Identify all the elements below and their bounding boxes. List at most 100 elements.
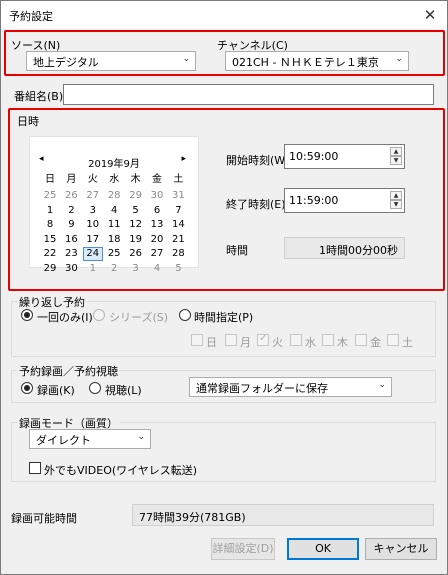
weekday-checkbox[interactable] — [257, 333, 269, 346]
program-name-input[interactable] — [63, 84, 434, 105]
details-button[interactable]: 詳細設定(D) — [211, 538, 275, 560]
calendar-day[interactable]: 30 — [147, 189, 167, 203]
ok-button[interactable]: OK — [287, 538, 359, 560]
weekday-checkbox[interactable] — [191, 334, 203, 346]
spin-up-icon[interactable]: ▲ — [390, 191, 402, 200]
start-time-label: 開始時刻(W) — [226, 154, 290, 167]
calendar-day[interactable]: 25 — [40, 189, 60, 203]
datetime-group-label: 日時 — [17, 115, 39, 128]
calendar-day[interactable]: 26 — [61, 189, 81, 203]
calendar-day[interactable]: 16 — [61, 233, 81, 247]
weekday-checkbox[interactable] — [225, 334, 237, 346]
weekday-checkbox[interactable] — [387, 334, 399, 346]
weekday-checkbox-label: 火 — [272, 336, 283, 349]
time-spec-radio[interactable] — [179, 309, 191, 321]
calendar-day[interactable]: 1 — [40, 204, 60, 218]
calendar-day[interactable]: 3 — [126, 262, 146, 276]
calendar-day[interactable]: 21 — [168, 233, 188, 247]
calendar-day[interactable]: 24 — [82, 247, 103, 261]
calendar-day[interactable]: 10 — [83, 218, 103, 232]
outside-video-checkbox[interactable] — [29, 462, 41, 474]
spin-down-icon[interactable]: ▼ — [390, 156, 402, 165]
calendar-day[interactable]: 22 — [40, 247, 60, 261]
calendar: ◂ 2019年9月 ▸ 日月火水木金土 25 26 27 28 29 30 31 1 2 3 4 5 6 7… — [29, 136, 199, 274]
quality-value: ダイレクト — [36, 434, 91, 447]
calendar-day[interactable]: 6 — [147, 204, 167, 218]
calendar-day[interactable]: 5 — [126, 204, 146, 218]
calendar-day[interactable]: 27 — [147, 247, 167, 261]
calendar-day[interactable]: 11 — [104, 218, 124, 232]
weekday-header: 木 — [130, 174, 141, 185]
start-time-spinner: ▲ ▼ — [390, 147, 402, 166]
cancel-button[interactable]: キャンセル — [365, 538, 437, 560]
calendar-day[interactable]: 19 — [126, 233, 146, 247]
spin-down-icon[interactable]: ▼ — [390, 200, 402, 209]
calendar-day[interactable]: 25 — [104, 247, 124, 261]
weekday-header: 金 — [152, 174, 162, 185]
watch-radio[interactable] — [89, 382, 101, 394]
calendar-day[interactable]: 18 — [104, 233, 124, 247]
weekday-checkbox[interactable] — [322, 334, 334, 346]
quality-select[interactable]: ダイレクト ⌄ — [29, 429, 151, 449]
weekday-checkbox[interactable] — [290, 334, 302, 346]
calendar-day[interactable]: 8 — [40, 218, 60, 232]
calendar-day[interactable]: 3 — [83, 204, 103, 218]
calendar-day[interactable]: 15 — [40, 233, 60, 247]
title-bar: 予約設定 ✕ — [1, 1, 447, 29]
watch-label: 視聴(L) — [105, 384, 142, 397]
once-radio[interactable] — [21, 309, 33, 321]
calendar-day[interactable]: 5 — [168, 262, 188, 276]
end-time-value: 11:59:00 — [289, 194, 339, 207]
weekday-header: 日 — [45, 174, 55, 185]
calendar-day[interactable]: 12 — [126, 218, 146, 232]
end-time-input[interactable]: 11:59:00 ▲ ▼ — [284, 188, 405, 213]
reservation-settings-dialog: 予約設定 ✕ ソース(N) 地上デジタル ⌄ チャンネル(C) 021CH - … — [0, 0, 448, 575]
close-icon[interactable]: ✕ — [419, 4, 441, 26]
calendar-day[interactable]: 14 — [168, 218, 188, 232]
save-folder-select[interactable]: 通常録画フォルダーに保存 ⌄ — [189, 377, 392, 397]
channel-select[interactable]: 021CH - ＮＨＫＥテレ１東京 ⌄ — [225, 51, 409, 71]
weekday-checkbox[interactable] — [355, 334, 367, 346]
window-title: 予約設定 — [9, 10, 53, 23]
duration-label: 時間 — [226, 244, 248, 257]
time-spec-label: 時間指定(P) — [194, 311, 254, 324]
weekday-checkbox-label: 日 — [206, 336, 217, 349]
next-month-icon[interactable]: ▸ — [181, 154, 186, 164]
calendar-day[interactable]: 31 — [168, 189, 188, 203]
calendar-day[interactable]: 4 — [104, 204, 124, 218]
calendar-day[interactable]: 2 — [104, 262, 124, 276]
calendar-day[interactable]: 29 — [40, 262, 60, 276]
calendar-day[interactable]: 9 — [61, 218, 81, 232]
calendar-day[interactable]: 27 — [83, 189, 103, 203]
weekday-header: 水 — [109, 174, 120, 185]
calendar-day[interactable]: 2 — [61, 204, 81, 218]
record-label: 録画(K) — [37, 384, 75, 397]
calendar-day[interactable]: 17 — [83, 233, 103, 247]
calendar-day[interactable]: 26 — [126, 247, 146, 261]
calendar-day[interactable]: 13 — [147, 218, 167, 232]
calendar-day[interactable]: 4 — [147, 262, 167, 276]
end-time-spinner: ▲ ▼ — [390, 191, 402, 210]
repeat-group-label: 繰り返し予約 — [17, 294, 87, 310]
calendar-day[interactable]: 20 — [147, 233, 167, 247]
series-radio[interactable] — [93, 309, 105, 321]
chevron-down-icon: ⌄ — [182, 54, 190, 64]
channel-value: 021CH - ＮＨＫＥテレ１東京 — [232, 56, 379, 69]
chevron-down-icon: ⌄ — [395, 54, 403, 64]
record-radio[interactable] — [21, 382, 33, 394]
calendar-month-title: 2019年9月 — [88, 159, 140, 170]
available-time-label: 録画可能時間 — [11, 512, 77, 525]
weekday-header: 土 — [173, 174, 184, 185]
calendar-day[interactable]: 28 — [104, 189, 124, 203]
calendar-day[interactable]: 23 — [61, 247, 81, 261]
spin-up-icon[interactable]: ▲ — [390, 147, 402, 156]
calendar-day[interactable]: 7 — [168, 204, 188, 218]
start-time-input[interactable]: 10:59:00 ▲ ▼ — [284, 144, 405, 169]
calendar-day[interactable]: 28 — [168, 247, 188, 261]
once-label: 一回のみ(I) — [37, 311, 93, 324]
calendar-day[interactable]: 29 — [126, 189, 146, 203]
series-label: シリーズ(S) — [109, 311, 169, 324]
calendar-day[interactable]: 1 — [83, 262, 103, 276]
calendar-day[interactable]: 30 — [61, 262, 81, 276]
source-select[interactable]: 地上デジタル ⌄ — [26, 51, 196, 71]
